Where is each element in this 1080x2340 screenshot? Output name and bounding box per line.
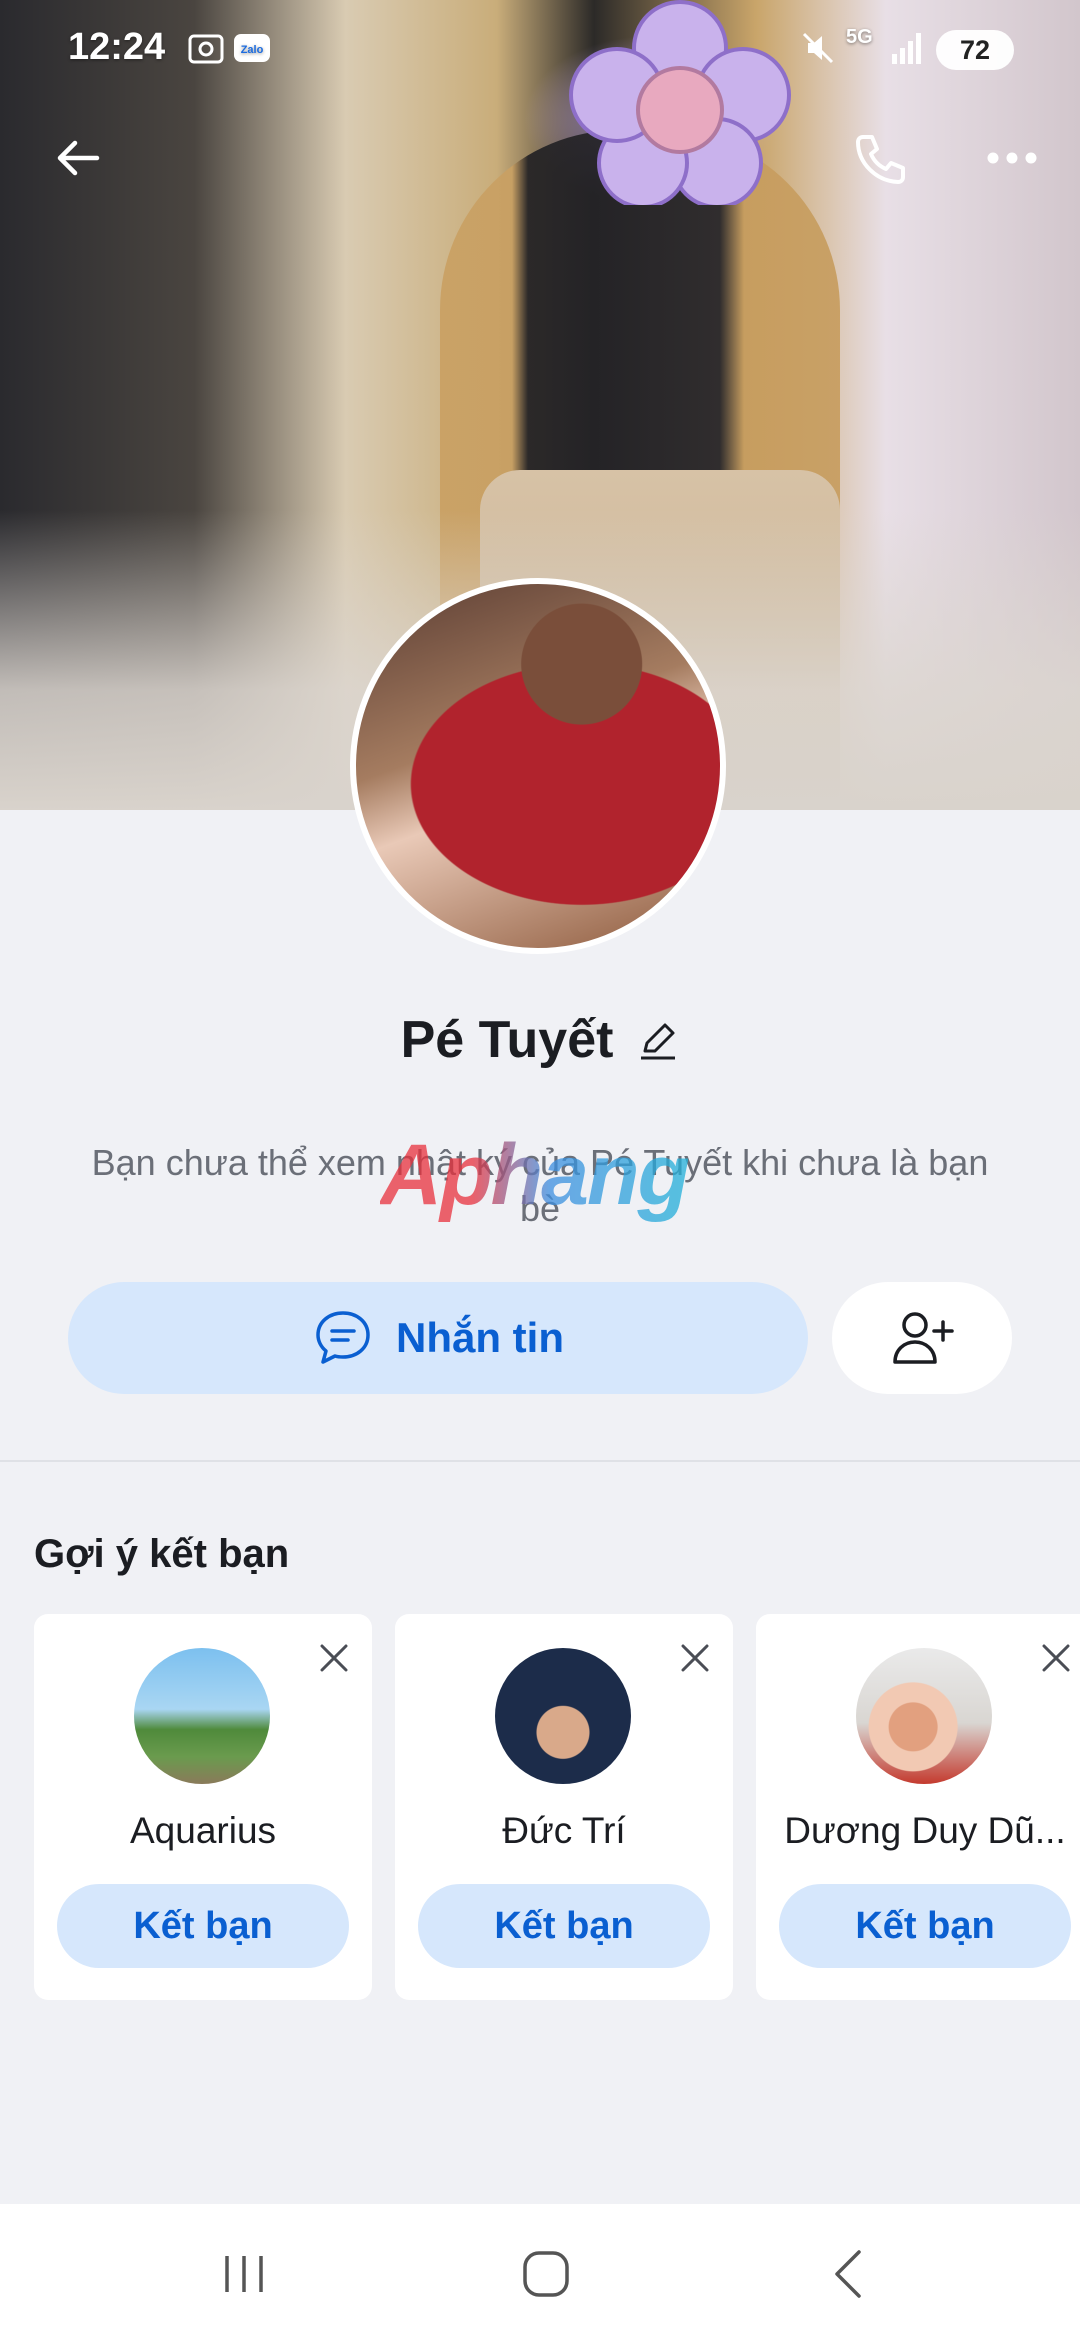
dismiss-button[interactable] <box>1034 1636 1078 1680</box>
close-icon <box>1042 1644 1070 1672</box>
arrow-left-icon <box>57 140 100 176</box>
suggestion-name: Dương Duy Dũ... <box>784 1810 1066 1851</box>
edit-pencil-icon[interactable] <box>637 1019 679 1061</box>
suggestion-avatar[interactable] <box>134 1648 270 1784</box>
suggestions-title: Gợi ý kết bạn <box>34 1532 290 1576</box>
chevron-left-icon <box>835 2250 861 2298</box>
home-button[interactable] <box>511 2244 581 2304</box>
network-type: 5G <box>846 26 873 48</box>
home-icon <box>523 2251 569 2297</box>
recent-apps-icon <box>225 2256 263 2292</box>
close-icon <box>320 1644 348 1672</box>
add-friend-suggestion-button[interactable]: Kết bạn <box>57 1884 349 1968</box>
suggestion-card[interactable]: Đức Trí Kết bạn <box>395 1614 733 2000</box>
screenshot-icon <box>188 34 224 64</box>
system-nav-bar <box>0 2204 1080 2340</box>
recent-apps-button[interactable] <box>209 2244 279 2304</box>
add-friend-button[interactable] <box>832 1282 1012 1394</box>
phone-icon <box>856 135 905 184</box>
mute-icon <box>802 32 834 64</box>
zalo-notification-icon: Zalo <box>234 34 270 62</box>
suggestion-name: Aquarius <box>129 1810 277 1851</box>
battery-level: 72 <box>959 34 991 65</box>
suggestion-card[interactable]: Dương Duy Dũ... Kết bạn <box>756 1614 1080 2000</box>
watermark: Aphang <box>380 1127 690 1223</box>
status-bar: 12:24 Zalo 5G 72 <box>0 0 1080 100</box>
suggestion-name: Đức Trí <box>502 1810 626 1851</box>
battery-indicator: 72 <box>936 30 1014 70</box>
back-nav-button[interactable] <box>814 2244 884 2304</box>
back-button[interactable] <box>38 118 118 198</box>
dismiss-button[interactable] <box>312 1636 356 1680</box>
suggestion-card[interactable]: Aquarius Kết bạn <box>34 1614 372 2000</box>
add-friend-suggestion-button[interactable]: Kết bạn <box>418 1884 710 1968</box>
more-button[interactable] <box>972 118 1052 198</box>
suggestion-avatar[interactable] <box>495 1648 631 1784</box>
signal-icon <box>892 33 921 64</box>
status-time: 12:24 <box>68 26 166 68</box>
section-divider <box>0 1460 1080 1462</box>
chat-bubble-icon <box>316 1311 370 1364</box>
add-friend-icon <box>893 1312 954 1364</box>
profile-name-row: Pé Tuyết <box>0 1000 1080 1080</box>
message-button[interactable]: Nhắn tin <box>68 1282 808 1394</box>
call-button[interactable] <box>838 118 918 198</box>
dismiss-button[interactable] <box>673 1636 717 1680</box>
close-icon <box>681 1644 709 1672</box>
profile-name: Pé Tuyết <box>400 1011 614 1069</box>
add-friend-suggestion-button[interactable]: Kết bạn <box>779 1884 1071 1968</box>
suggestion-avatar[interactable] <box>856 1648 992 1784</box>
message-button-label: Nhắn tin <box>396 1314 564 1361</box>
more-horizontal-icon <box>987 152 1037 164</box>
profile-avatar[interactable] <box>350 578 726 954</box>
svg-text:Zalo: Zalo <box>241 44 264 56</box>
